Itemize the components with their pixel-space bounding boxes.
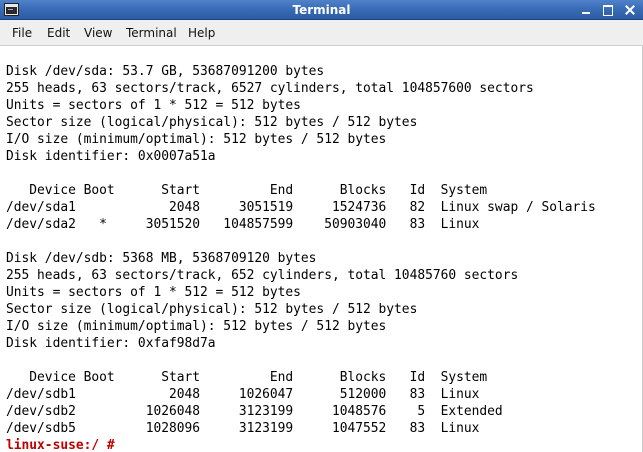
terminal-line: I/O size (minimum/optimal): 512 bytes / …	[6, 132, 387, 147]
terminal-line: Disk /dev/sda: 53.7 GB, 53687091200 byte…	[6, 64, 325, 79]
terminal-line: /dev/sdb5 1028096 3123199 1047552 83 Lin…	[6, 421, 480, 436]
terminal-line: Sector size (logical/physical): 512 byte…	[6, 302, 418, 317]
maximize-button[interactable]	[600, 3, 616, 17]
terminal-line: 255 heads, 63 sectors/track, 6527 cylind…	[6, 81, 534, 96]
menu-help[interactable]: Help	[188, 26, 215, 40]
menu-terminal[interactable]: Terminal	[126, 26, 177, 40]
terminal-line: Disk identifier: 0xfaf98d7a	[6, 336, 216, 351]
terminal-line: Device Boot Start End Blocks Id System	[6, 370, 488, 385]
terminal-line: 255 heads, 63 sectors/track, 652 cylinde…	[6, 268, 519, 283]
terminal-window: Terminal File Edit View Terminal Help Di…	[0, 0, 643, 452]
terminal-line: Units = sectors of 1 * 512 = 512 bytes	[6, 285, 301, 300]
terminal-line: /dev/sda1 2048 3051519 1524736 82 Linux …	[6, 200, 596, 215]
terminal-line: /dev/sdb2 1026048 3123199 1048576 5 Exte…	[6, 404, 503, 419]
close-button[interactable]	[622, 3, 638, 17]
menu-view[interactable]: View	[84, 26, 112, 40]
terminal-text: Disk /dev/sda: 53.7 GB, 53687091200 byte…	[6, 63, 596, 452]
terminal-line: I/O size (minimum/optimal): 512 bytes / …	[6, 319, 387, 334]
terminal-line: Disk /dev/sdb: 5368 MB, 5368709120 bytes	[6, 251, 317, 266]
menu-edit[interactable]: Edit	[47, 26, 70, 40]
window-title: Terminal	[292, 3, 351, 17]
terminal-line: Sector size (logical/physical): 512 byte…	[6, 115, 418, 130]
terminal-line: Disk identifier: 0x0007a51a	[6, 149, 216, 164]
terminal-line: Device Boot Start End Blocks Id System	[6, 183, 488, 198]
terminal-output-area[interactable]: Disk /dev/sda: 53.7 GB, 53687091200 byte…	[0, 46, 643, 452]
title-bar[interactable]: Terminal	[0, 0, 643, 20]
terminal-line: Units = sectors of 1 * 512 = 512 bytes	[6, 98, 301, 113]
menu-bar: File Edit View Terminal Help	[0, 20, 643, 46]
terminal-line: /dev/sdb1 2048 1026047 512000 83 Linux	[6, 387, 480, 402]
menu-file[interactable]: File	[12, 26, 32, 40]
terminal-line: /dev/sda2 * 3051520 104857599 50903040 8…	[6, 217, 480, 232]
minimize-button[interactable]	[578, 3, 594, 17]
shell-prompt: linux-suse:/ #	[6, 438, 123, 452]
